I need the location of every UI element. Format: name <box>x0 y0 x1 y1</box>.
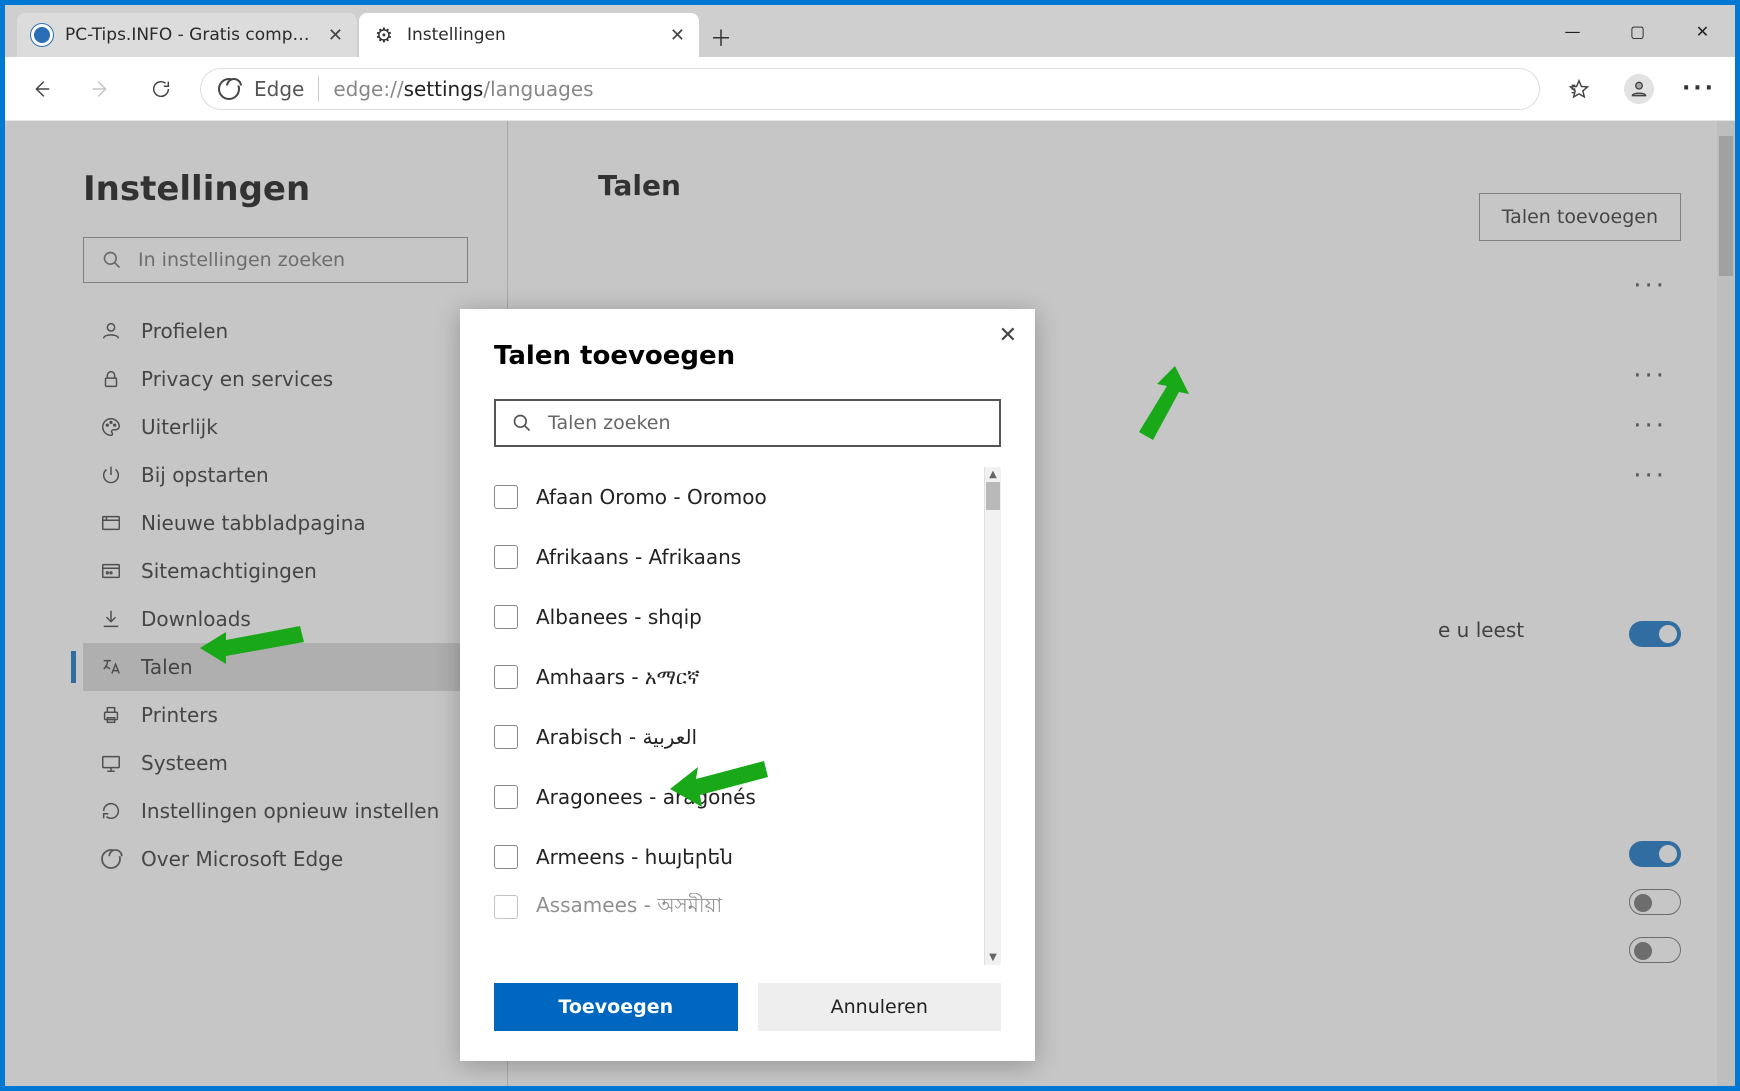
refresh-button[interactable] <box>139 67 183 111</box>
dialog-title: Talen toevoegen <box>494 341 1001 371</box>
gear-icon: ⚙ <box>373 24 395 46</box>
checkbox[interactable] <box>494 895 518 919</box>
address-url: edge://settings/languages <box>333 77 1508 101</box>
window-controls: — ▢ ✕ <box>1540 5 1735 57</box>
settings-content: Instellingen In instellingen zoeken Prof… <box>5 121 1735 1086</box>
forward-button[interactable] <box>79 67 123 111</box>
toolbar: Edge edge://settings/languages ··· <box>5 57 1735 121</box>
tab-strip: PC-Tips.INFO - Gratis computer t ✕ ⚙ Ins… <box>5 5 1735 57</box>
close-icon[interactable]: ✕ <box>328 25 343 46</box>
checkbox[interactable] <box>494 725 518 749</box>
language-option[interactable]: Afaan Oromo - Oromoo <box>494 467 1001 527</box>
language-option[interactable]: Aragonees - aragonés <box>494 767 1001 827</box>
checkbox[interactable] <box>494 545 518 569</box>
checkbox[interactable] <box>494 485 518 509</box>
new-tab-button[interactable]: ＋ <box>701 17 741 57</box>
more-menu-button[interactable]: ··· <box>1677 67 1721 111</box>
address-bar[interactable]: Edge edge://settings/languages <box>199 67 1541 111</box>
tab-title: PC-Tips.INFO - Gratis computer t <box>65 25 316 45</box>
tab-title: Instellingen <box>407 25 658 45</box>
search-placeholder: Talen zoeken <box>548 412 671 434</box>
language-option[interactable]: Albanees - shqip <box>494 587 1001 647</box>
add-button[interactable]: Toevoegen <box>494 983 738 1031</box>
language-list: ▲ ▼ Afaan Oromo - Oromoo Afrikaans - Afr… <box>494 467 1001 965</box>
language-option[interactable]: Afrikaans - Afrikaans <box>494 527 1001 587</box>
edge-window: PC-Tips.INFO - Gratis computer t ✕ ⚙ Ins… <box>5 5 1735 1086</box>
language-option[interactable]: Amhaars - አማርኛ <box>494 647 1001 707</box>
close-dialog-button[interactable]: ✕ <box>999 323 1017 348</box>
profile-avatar[interactable] <box>1617 67 1661 111</box>
collections-button[interactable] <box>1557 67 1601 111</box>
language-option[interactable]: Arabisch - العربية <box>494 707 1001 767</box>
close-icon[interactable]: ✕ <box>670 25 685 46</box>
dialog-buttons: Toevoegen Annuleren <box>494 983 1001 1031</box>
scroll-down-arrow[interactable]: ▼ <box>985 950 1001 965</box>
maximize-button[interactable]: ▢ <box>1605 5 1670 57</box>
scroll-thumb[interactable] <box>986 482 1000 510</box>
checkbox[interactable] <box>494 605 518 629</box>
tab-settings[interactable]: ⚙ Instellingen ✕ <box>359 13 699 57</box>
edge-logo-icon <box>218 78 240 100</box>
checkbox[interactable] <box>494 785 518 809</box>
close-window-button[interactable]: ✕ <box>1670 5 1735 57</box>
checkbox[interactable] <box>494 845 518 869</box>
language-search-input[interactable]: Talen zoeken <box>494 399 1001 447</box>
add-languages-dialog: ✕ Talen toevoegen Talen zoeken ▲ ▼ Afaan… <box>460 309 1035 1061</box>
separator <box>318 76 319 102</box>
scroll-up-arrow[interactable]: ▲ <box>985 467 1001 482</box>
language-option[interactable]: Armeens - հայերեն <box>494 827 1001 887</box>
cancel-button[interactable]: Annuleren <box>758 983 1002 1031</box>
tab-pctips[interactable]: PC-Tips.INFO - Gratis computer t ✕ <box>17 13 357 57</box>
language-option[interactable]: Assamees - অসমীয়া <box>494 887 1001 927</box>
favicon-pctips <box>31 24 53 46</box>
checkbox[interactable] <box>494 665 518 689</box>
address-brand: Edge <box>254 77 304 101</box>
minimize-button[interactable]: — <box>1540 5 1605 57</box>
back-button[interactable] <box>19 67 63 111</box>
